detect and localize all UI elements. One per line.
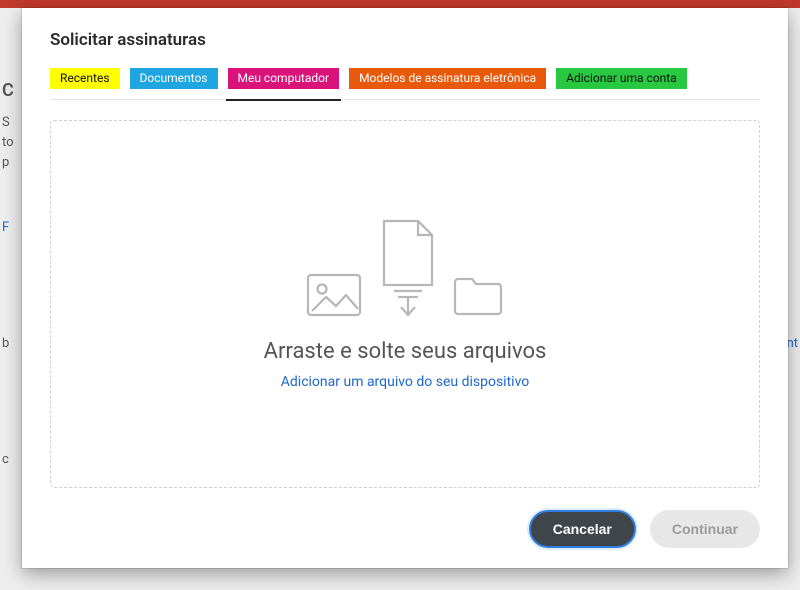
bg-fragment: to [2,135,14,150]
add-file-link[interactable]: Adicionar um arquivo do seu dispositivo [281,374,529,390]
dropzone-icon-group [306,219,504,317]
bg-fragment: nt [787,336,798,351]
folder-icon [452,275,504,317]
bg-fragment: b [2,336,9,351]
bg-fragment: c [2,452,9,467]
file-download-icon [376,219,438,317]
source-tabs: Recentes Documentos Meu computador Model… [50,68,760,100]
file-dropzone[interactable]: Arraste e solte seus arquivos Adicionar … [50,120,760,488]
image-icon [306,273,362,317]
bg-fragment: p [2,155,9,170]
tab-modelos-assinatura[interactable]: Modelos de assinatura eletrônica [349,68,546,89]
continue-button: Continuar [650,510,760,548]
request-signatures-modal: Solicitar assinaturas Recentes Documento… [22,8,788,568]
bg-fragment: F [2,220,9,235]
tab-recentes[interactable]: Recentes [50,68,120,89]
tab-meu-computador[interactable]: Meu computador [228,68,340,89]
bg-fragment: C [2,80,14,101]
app-titlebar [0,0,800,8]
modal-button-row: Cancelar Continuar [50,510,760,548]
tab-documentos[interactable]: Documentos [130,68,218,89]
dropzone-headline: Arraste e solte seus arquivos [264,339,547,364]
cancel-button[interactable]: Cancelar [529,510,636,548]
modal-title: Solicitar assinaturas [50,30,760,50]
tab-adicionar-conta[interactable]: Adicionar uma conta [556,68,687,89]
bg-fragment: S [2,115,10,130]
